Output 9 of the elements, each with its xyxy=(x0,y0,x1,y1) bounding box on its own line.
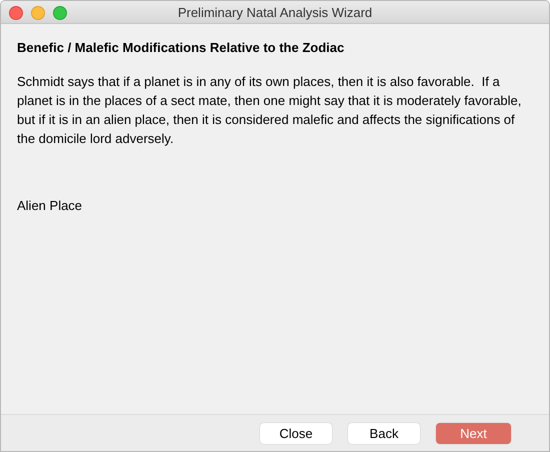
back-button[interactable]: Back xyxy=(348,422,420,444)
section-label: Alien Place xyxy=(17,198,84,213)
minimize-window-icon[interactable] xyxy=(31,6,45,20)
window-title: Preliminary Natal Analysis Wizard xyxy=(178,4,372,20)
close-window-icon[interactable] xyxy=(9,6,23,20)
page-heading: Benefic / Malefic Modifications Relative to the Zodiac xyxy=(17,40,346,55)
close-button[interactable]: Close xyxy=(260,422,332,444)
description-text: Schmidt says that if a planet is in any of its own places, then it is also favorable. If a planet is in the places of a sect mate, then one might say that it is moderately favorable, but if it is in an alien place, then it is considered malefic and affects the significations of the domicile lord adversely. xyxy=(17,73,522,148)
zoom-window-icon[interactable] xyxy=(53,6,67,20)
